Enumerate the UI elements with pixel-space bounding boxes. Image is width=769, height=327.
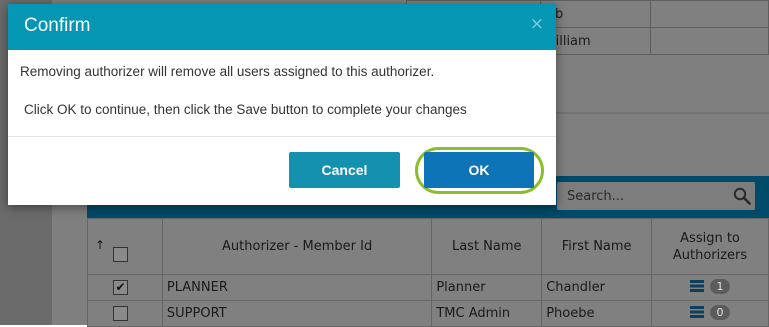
row-select-cell: ✔ xyxy=(87,274,163,301)
dialog-message-line1: Removing authorizer will remove all user… xyxy=(20,64,435,79)
search-icon[interactable] xyxy=(733,187,751,205)
table-cell xyxy=(650,27,769,55)
cancel-button[interactable]: Cancel xyxy=(289,152,400,188)
ok-button[interactable]: OK xyxy=(424,152,534,188)
dialog-message-line2: Click OK to continue, then click the Sav… xyxy=(24,102,467,117)
search-input[interactable] xyxy=(557,182,755,210)
last-name-cell: Planner xyxy=(431,274,543,301)
assign-cell: 1 xyxy=(651,274,769,301)
row-checkbox[interactable] xyxy=(113,306,128,321)
table-row: SUPPORT TMC Admin Phoebe 0 xyxy=(87,300,769,327)
assign-count-badge: 1 xyxy=(710,278,731,294)
first-name-cell: Chandler xyxy=(541,274,653,301)
assign-button[interactable]: 1 xyxy=(690,278,731,294)
assign-button[interactable]: 0 xyxy=(690,304,731,320)
dialog-divider xyxy=(8,136,556,137)
sort-icon[interactable]: ↑ xyxy=(95,237,105,254)
server-stack-icon xyxy=(690,280,705,293)
column-header-authorizer[interactable]: Authorizer - Member Id xyxy=(161,218,433,275)
column-header-first-name[interactable]: First Name xyxy=(541,218,653,275)
column-header-assign[interactable]: Assign to Authorizers xyxy=(651,218,769,275)
dialog-body: Removing authorizer will remove all user… xyxy=(8,50,556,136)
row-checkbox[interactable]: ✔ xyxy=(113,280,128,295)
select-all-checkbox[interactable] xyxy=(113,247,128,262)
authorizers-table: ↑ Authorizer - Member Id Last Name First… xyxy=(87,218,769,327)
table-header-row: ↑ Authorizer - Member Id Last Name First… xyxy=(87,218,769,275)
column-header-last-name[interactable]: Last Name xyxy=(431,218,543,275)
assign-cell: 0 xyxy=(651,300,769,327)
server-stack-icon xyxy=(690,306,705,319)
first-name-cell: ob xyxy=(540,0,651,28)
assign-count-badge: 0 xyxy=(710,304,731,320)
dialog-title: Confirm xyxy=(24,15,91,36)
first-name-cell: Phoebe xyxy=(541,300,653,327)
select-all-header: ↑ xyxy=(87,218,163,275)
dialog-header: Confirm × xyxy=(8,4,556,50)
table-cell xyxy=(650,0,769,28)
close-icon[interactable]: × xyxy=(530,14,544,34)
table-row: ✔ PLANNER Planner Chandler 1 xyxy=(87,274,769,301)
authorizer-cell: SUPPORT xyxy=(161,300,433,327)
authorizer-cell: PLANNER xyxy=(161,274,433,301)
first-name-cell: Villiam xyxy=(540,27,651,55)
row-select-cell xyxy=(87,300,163,327)
confirm-dialog: Confirm × Removing authorizer will remov… xyxy=(8,4,556,205)
last-name-cell: TMC Admin xyxy=(431,300,543,327)
